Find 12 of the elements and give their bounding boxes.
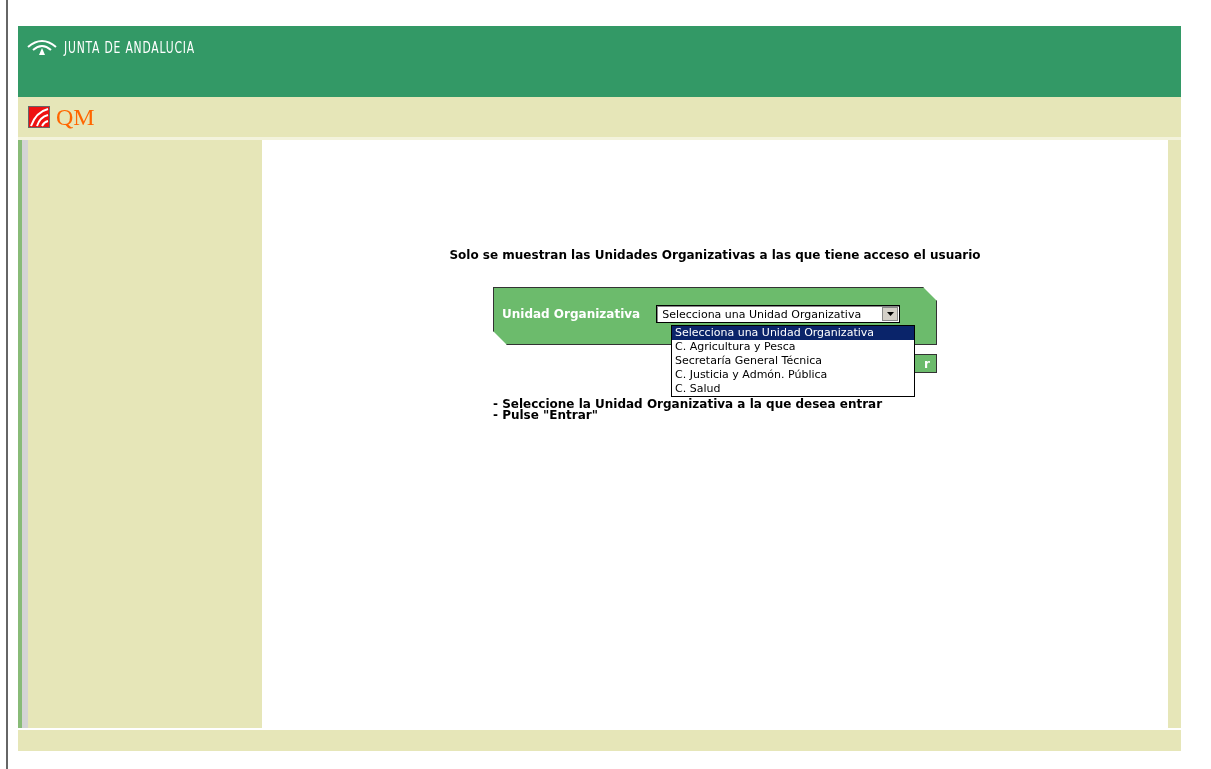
app-logo-icon (28, 106, 50, 128)
notice-text: Solo se muestran las Unidades Organizativas a las que tiene acceso el usuario (449, 248, 981, 262)
unit-select[interactable]: Selecciona una Unidad Organizativa (656, 305, 901, 323)
dropdown-option[interactable]: C. Agricultura y Pesca (672, 340, 914, 354)
logo-icon (26, 38, 58, 56)
instruction-text: - Pulse "Entrar" (493, 410, 599, 421)
brand-name: JUNTA DE ANDALUCIA (64, 39, 195, 57)
dropdown-option[interactable]: Selecciona una Unidad Organizativa (672, 326, 914, 340)
instruction-text: - Seleccione la Unidad Organizativa a la que desea entrar (493, 399, 884, 410)
dropdown-option[interactable]: C. Salud (672, 382, 914, 396)
field-label: Unidad Organizativa (502, 307, 641, 321)
app-name: QM (56, 103, 95, 131)
